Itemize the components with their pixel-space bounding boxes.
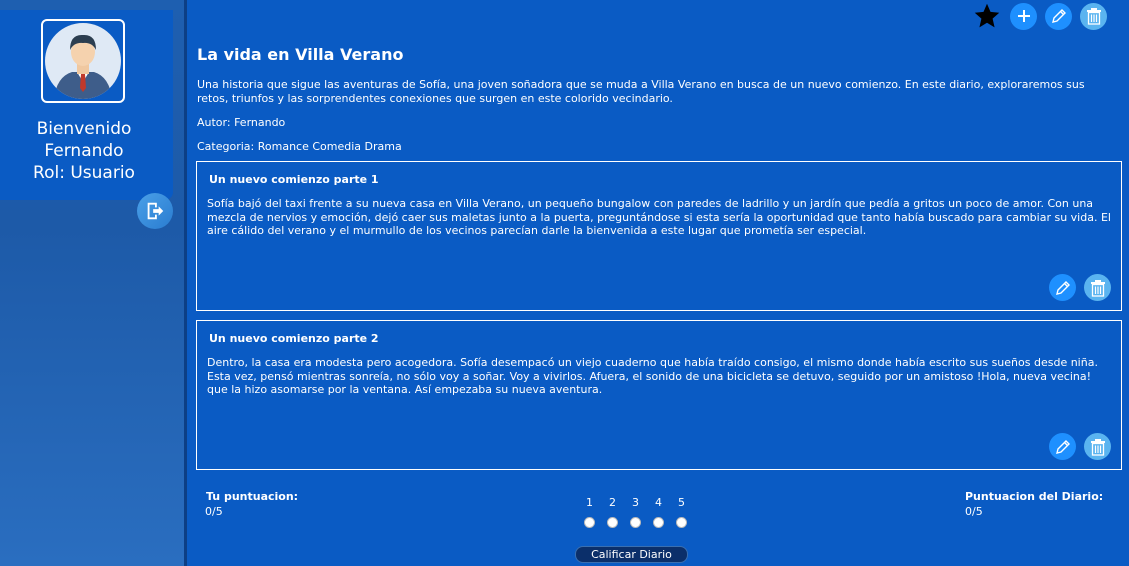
rating-option-label: 4: [655, 496, 662, 509]
pencil-icon: [1055, 439, 1070, 454]
pencil-icon: [1055, 280, 1070, 295]
user-name: Fernando: [44, 141, 124, 161]
rating-radios: [578, 517, 693, 528]
greeting: Bienvenido: [36, 119, 132, 139]
diary-title: La vida en Villa Verano: [197, 45, 404, 64]
delete-diary-button[interactable]: [1080, 2, 1107, 30]
rating-option-label: 2: [609, 496, 616, 509]
rating-radio-5[interactable]: [676, 517, 687, 528]
delete-entry-button[interactable]: [1084, 433, 1111, 460]
rating-option-label: 1: [586, 496, 593, 509]
profile-card: Bienvenido Fernando Rol: Usuario: [0, 10, 173, 200]
trash-icon: [1086, 8, 1101, 25]
delete-entry-button[interactable]: [1084, 274, 1111, 301]
add-entry-button[interactable]: [1010, 2, 1037, 30]
diary-rating-label: Puntuacion del Diario:: [965, 490, 1104, 503]
rating-selector: 1 2 3 4 5: [578, 496, 693, 528]
diary-rating: Puntuacion del Diario: 0/5: [965, 490, 1103, 518]
diary-description: Una historia que sigue las aventuras de …: [197, 78, 1085, 105]
diary-category: Categoria: Romance Comedia Drama: [197, 140, 402, 153]
entry-actions: [1049, 433, 1111, 460]
diary-author: Autor: Fernando: [197, 116, 286, 129]
plus-icon: [1017, 10, 1030, 22]
entry-title: Un nuevo comienzo parte 1: [209, 173, 379, 186]
logout-icon: [147, 202, 164, 220]
star-icon: [974, 3, 1000, 28]
edit-entry-button[interactable]: [1049, 274, 1076, 301]
my-rating-value: 0/5: [205, 505, 223, 518]
favorite-button[interactable]: [972, 1, 1002, 31]
trash-icon: [1090, 438, 1105, 456]
edit-diary-button[interactable]: [1045, 2, 1072, 30]
avatar: [41, 19, 125, 103]
rating-option-label: 5: [678, 496, 685, 509]
diary-toolbar: [972, 1, 1107, 31]
edit-entry-button[interactable]: [1049, 433, 1076, 460]
rating-radio-2[interactable]: [607, 517, 618, 528]
entry-title: Un nuevo comienzo parte 2: [209, 332, 379, 345]
entry-body: Sofía bajó del taxi frente a su nueva ca…: [207, 197, 1111, 237]
trash-icon: [1090, 279, 1105, 297]
main-content: La vida en Villa Verano Una historia que…: [187, 0, 1129, 566]
my-rating: Tu puntuacion: 0/5: [205, 490, 299, 518]
rating-radio-1[interactable]: [584, 517, 595, 528]
user-avatar-icon: [45, 23, 121, 99]
pencil-icon: [1051, 9, 1066, 23]
rate-diary-button[interactable]: Calificar Diario: [575, 546, 688, 563]
logout-button[interactable]: [137, 193, 173, 229]
my-rating-label: Tu puntuacion:: [206, 490, 299, 503]
entry-card: Un nuevo comienzo parte 1 Sofía bajó del…: [196, 161, 1122, 311]
entry-body: Dentro, la casa era modesta pero acogedo…: [207, 356, 1098, 396]
diary-rating-value: 0/5: [965, 505, 983, 518]
rating-radio-3[interactable]: [630, 517, 641, 528]
entry-actions: [1049, 274, 1111, 301]
rating-radio-4[interactable]: [653, 517, 664, 528]
user-role: Rol: Usuario: [33, 163, 135, 183]
welcome-text: Bienvenido Fernando Rol: Usuario: [0, 118, 168, 184]
entry-card: Un nuevo comienzo parte 2 Dentro, la cas…: [196, 320, 1122, 470]
rating-option-label: 3: [632, 496, 639, 509]
rating-numbers: 1 2 3 4 5: [578, 496, 693, 509]
